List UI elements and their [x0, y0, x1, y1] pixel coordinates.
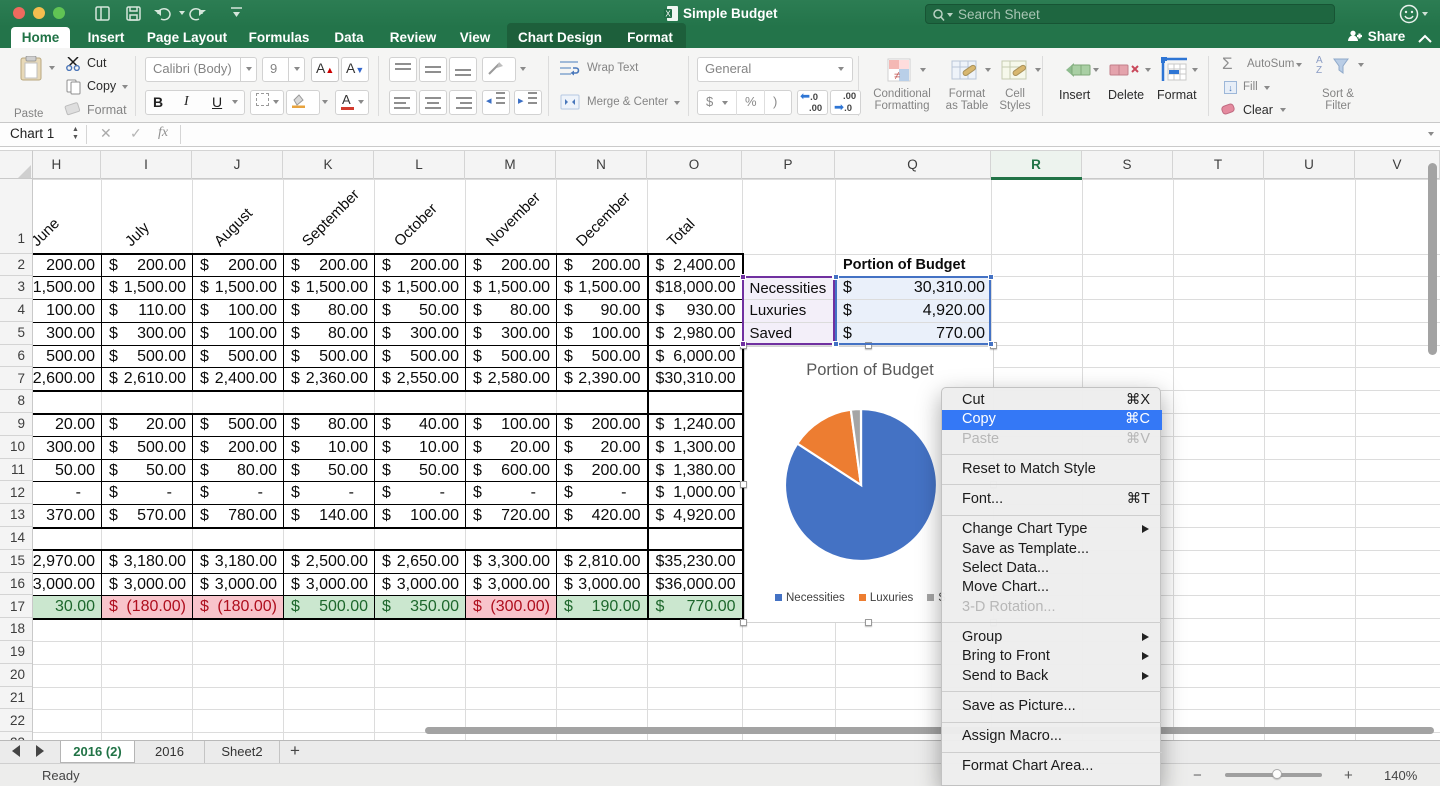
svg-text:X: X	[665, 10, 671, 19]
svg-text:≠: ≠	[894, 70, 900, 82]
